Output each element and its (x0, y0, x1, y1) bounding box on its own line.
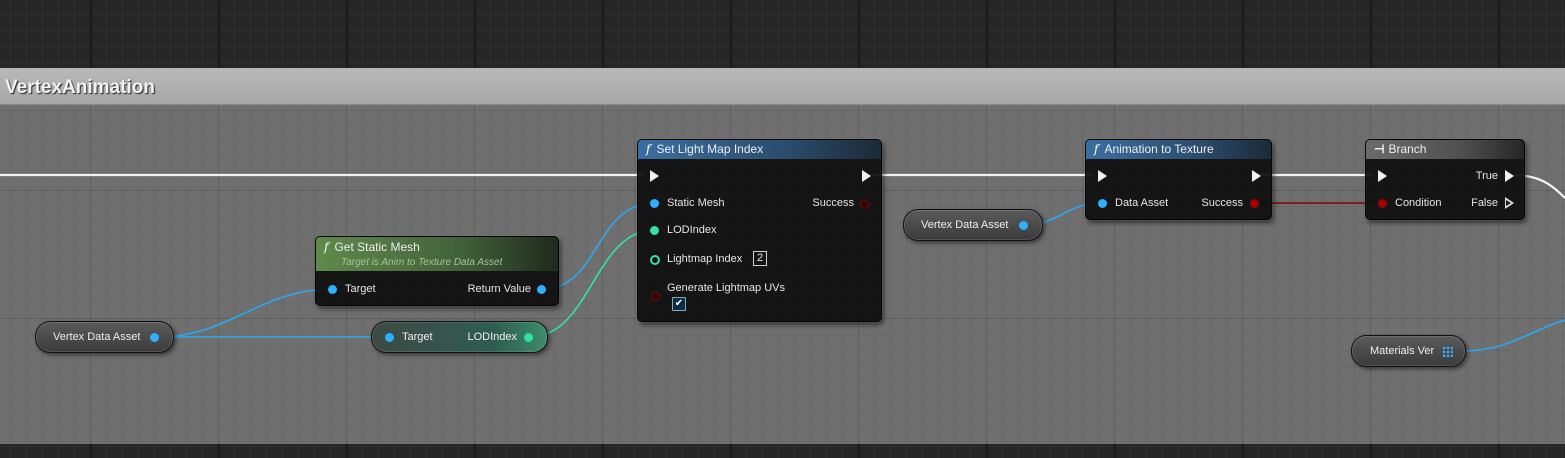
node-get-static-mesh[interactable]: f Get Static Mesh Target is Anim to Textu… (315, 236, 559, 306)
target-pin[interactable] (328, 285, 337, 294)
node-title: Set Light Map Index (656, 142, 764, 156)
condition-pin[interactable] (1378, 199, 1387, 208)
node-branch[interactable]: ⊣ Branch True Condition False (1365, 139, 1525, 220)
condition-label: Condition (1395, 197, 1442, 209)
success-label: Success (812, 197, 854, 209)
var-label: Materials Ver (1370, 345, 1435, 357)
data-asset-label: Data Asset (1115, 197, 1169, 209)
var-vertex-data-asset-2[interactable]: Vertex Data Asset (903, 209, 1043, 241)
static-mesh-label: Static Mesh (667, 197, 725, 209)
exec-out-pin[interactable] (862, 170, 871, 182)
function-f-icon: f (324, 240, 329, 254)
lod-index-label: LODIndex (467, 331, 517, 343)
node-lod-index-getter[interactable]: Target LODIndex (371, 321, 548, 353)
node-title: Get Static Mesh (334, 240, 420, 254)
lightmap-index-pin[interactable] (650, 255, 660, 265)
node-title: Animation to Texture (1104, 142, 1214, 156)
lod-index-label: LODIndex (667, 224, 717, 236)
data-asset-pin[interactable] (1098, 199, 1107, 208)
node-title: Branch (1388, 142, 1427, 156)
false-label: False (1471, 197, 1498, 209)
comment-title[interactable]: VertexAnimation (5, 77, 155, 99)
output-pin[interactable] (150, 333, 159, 342)
generate-lightmap-uvs-label: Generate Lightmap UVs (667, 282, 786, 294)
generate-lightmap-uvs-checkbox[interactable]: ✔ (672, 297, 686, 311)
node-header: f Set Light Map Index (638, 140, 881, 159)
return-value-pin[interactable] (537, 285, 546, 294)
target-label: Target (345, 283, 376, 295)
var-vertex-data-asset[interactable]: Vertex Data Asset (35, 321, 174, 353)
var-materials[interactable]: Materials Ver (1351, 335, 1466, 367)
blueprint-graph-canvas[interactable]: VertexAnimation f Get Static Mesh Target … (0, 0, 1565, 458)
function-f-icon: f (1094, 142, 1099, 156)
node-header: f Animation to Texture (1086, 140, 1271, 159)
false-exec-pin[interactable] (1505, 197, 1514, 209)
checkmark-icon: ✔ (674, 298, 684, 309)
true-exec-pin[interactable] (1505, 170, 1514, 182)
success-label: Success (1201, 197, 1243, 209)
node-set-light-map-index[interactable]: f Set Light Map Index Static Mesh Success… (637, 139, 882, 322)
exec-in-pin[interactable] (650, 170, 659, 182)
success-pin[interactable] (860, 200, 869, 209)
static-mesh-pin[interactable] (650, 199, 659, 208)
node-animation-to-texture[interactable]: f Animation to Texture Data Asset Success (1085, 139, 1272, 220)
exec-out-pin[interactable] (1252, 170, 1261, 182)
exec-in-pin[interactable] (1378, 170, 1387, 182)
comment-header[interactable]: VertexAnimation (0, 68, 1565, 105)
generate-lightmap-uvs-pin[interactable] (651, 292, 660, 301)
lightmap-index-input[interactable]: 2 (753, 251, 768, 266)
lod-index-pin[interactable] (650, 226, 659, 235)
lod-index-pin[interactable] (524, 333, 533, 342)
function-f-icon: f (646, 142, 651, 156)
target-label: Target (402, 331, 433, 343)
var-label: Vertex Data Asset (921, 219, 1009, 231)
node-header: ⊣ Branch (1366, 140, 1524, 159)
target-pin[interactable] (385, 333, 394, 342)
lightmap-index-label: Lightmap Index (667, 253, 743, 265)
true-label: True (1475, 170, 1498, 182)
success-pin[interactable] (1250, 199, 1259, 208)
return-value-label: Return Value (467, 283, 531, 295)
node-header: f Get Static Mesh Target is Anim to Textu… (316, 237, 558, 271)
array-grid-icon[interactable] (1442, 346, 1453, 357)
branch-icon: ⊣ (1374, 142, 1385, 156)
output-pin[interactable] (1019, 221, 1028, 230)
node-subtitle: Target is Anim to Texture Data Asset (341, 257, 503, 268)
var-label: Vertex Data Asset (53, 331, 141, 343)
exec-in-pin[interactable] (1098, 170, 1107, 182)
